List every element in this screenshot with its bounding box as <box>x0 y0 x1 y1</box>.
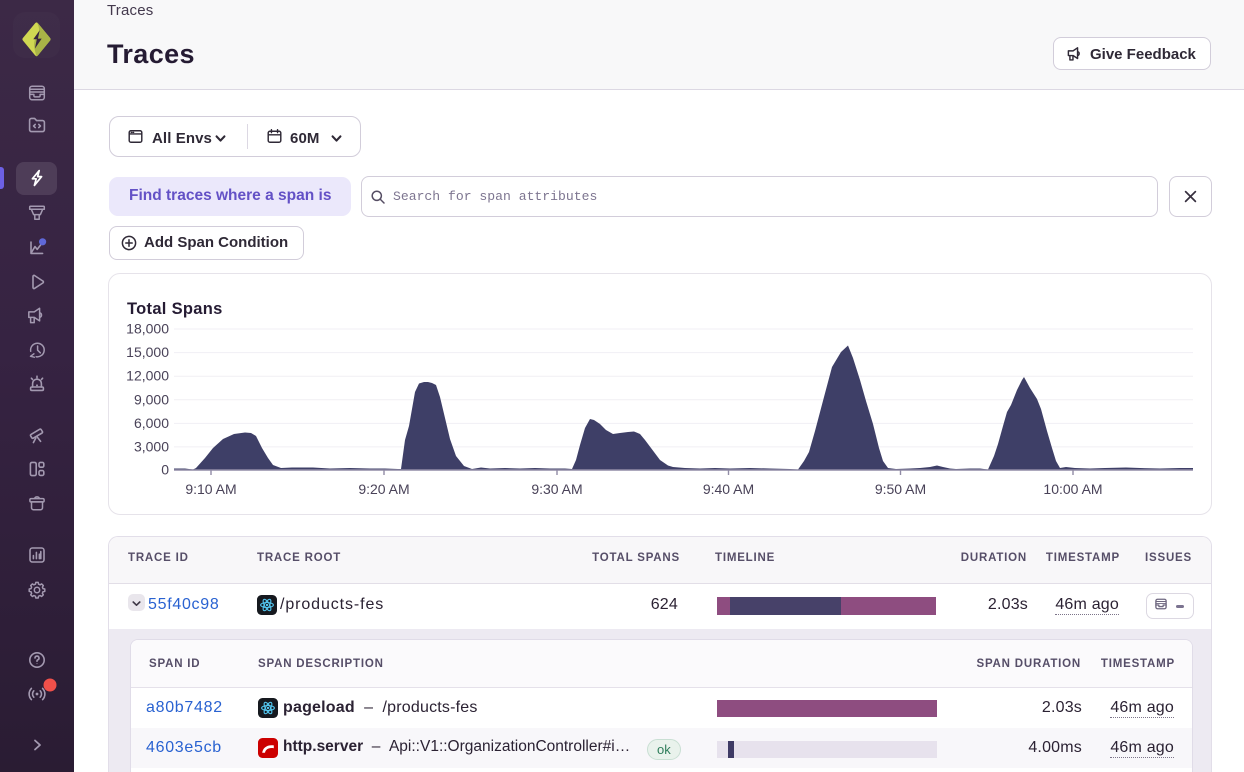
svg-text:18,000: 18,000 <box>126 321 169 337</box>
svg-text:9:10 AM: 9:10 AM <box>185 481 236 497</box>
svg-text:0: 0 <box>161 462 169 478</box>
svg-text:15,000: 15,000 <box>126 344 169 360</box>
svg-text:9:20 AM: 9:20 AM <box>358 481 409 497</box>
svg-text:12,000: 12,000 <box>126 368 169 384</box>
svg-text:9:30 AM: 9:30 AM <box>531 481 582 497</box>
svg-text:9,000: 9,000 <box>134 391 169 407</box>
svg-text:9:50 AM: 9:50 AM <box>875 481 926 497</box>
svg-text:6,000: 6,000 <box>134 415 169 431</box>
svg-text:10:00 AM: 10:00 AM <box>1043 481 1102 497</box>
svg-text:9:40 AM: 9:40 AM <box>703 481 754 497</box>
svg-text:3,000: 3,000 <box>134 438 169 454</box>
